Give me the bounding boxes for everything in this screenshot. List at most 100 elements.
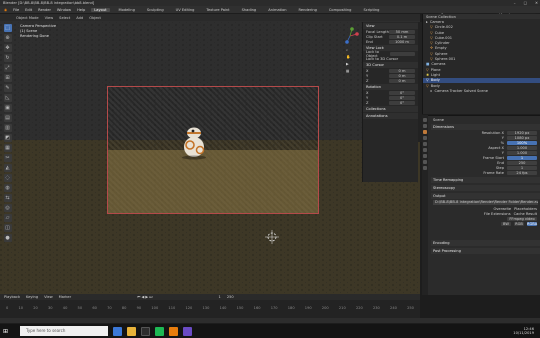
object-tab-icon[interactable] [423, 154, 427, 158]
clip-end-field[interactable]: 1000 m [389, 39, 415, 44]
start-frame-field[interactable]: 1 [219, 295, 221, 299]
scene-tab-icon[interactable] [423, 142, 427, 146]
rotate-tool-icon[interactable]: ↻ [3, 54, 12, 62]
knife-tool-icon[interactable]: ✂ [3, 154, 12, 162]
menu-select[interactable]: Select [59, 16, 70, 20]
menu-file[interactable]: File [13, 8, 19, 12]
tab-sculpting[interactable]: Sculpting [144, 8, 167, 12]
menu-edit[interactable]: Edit [25, 8, 32, 12]
poly-build-icon[interactable]: ◭ [3, 164, 12, 172]
transform-tool-icon[interactable]: ⊞ [3, 74, 12, 82]
tab-layout[interactable]: Layout [91, 7, 110, 12]
tab-animation[interactable]: Animation [265, 8, 289, 12]
3d-cursor-icon[interactable] [265, 230, 279, 244]
props-section-time-remapping[interactable]: Time Remapping [431, 177, 540, 183]
edge-icon[interactable] [113, 326, 123, 336]
windows-start-icon[interactable]: ⊞ [3, 328, 8, 335]
store-icon[interactable] [141, 326, 151, 336]
menu-help[interactable]: Help [77, 8, 85, 12]
maximize-icon[interactable]: □ [524, 1, 527, 5]
output-tab-icon[interactable] [423, 130, 427, 134]
lock-object-field[interactable] [390, 51, 415, 56]
rot-y-field[interactable]: 0° [389, 95, 415, 100]
overwrite-checkbox[interactable]: Overwrite [493, 207, 511, 211]
tab-rendering[interactable]: Rendering [296, 8, 320, 12]
scale-tool-icon[interactable]: ⤢ [3, 64, 12, 72]
props-section-encoding[interactable]: Encoding [431, 240, 540, 246]
aspect-x-field[interactable]: 1.000 [507, 145, 537, 150]
cache-result-checkbox[interactable]: Cache Result [514, 212, 537, 216]
resolution-x-field[interactable]: 1920 px [507, 130, 537, 135]
taskbar-search-input[interactable]: Type here to search [20, 326, 109, 336]
color-rgb-button[interactable]: RGB [514, 221, 524, 226]
frame-start-field[interactable]: 1 [507, 155, 537, 160]
props-section-stereoscopy[interactable]: Stereoscopy [431, 185, 540, 191]
world-tab-icon[interactable] [423, 148, 427, 152]
loop-cut-icon[interactable]: ▦ [3, 144, 12, 152]
annotate-tool-icon[interactable]: ✎ [3, 84, 12, 92]
grid-icon[interactable]: ▦ [346, 69, 350, 73]
tab-texture-paint[interactable]: Texture Paint [203, 8, 232, 12]
cursor-z-field[interactable]: 0 m [389, 78, 415, 83]
pan-icon[interactable]: ✋ [346, 55, 350, 59]
spin-tool-icon[interactable]: ◌ [3, 174, 12, 182]
np-section-collections[interactable]: Collections [363, 106, 418, 112]
timeline-keying-menu[interactable]: Keying [26, 295, 38, 299]
render-tab-icon[interactable] [423, 124, 427, 128]
aspect-y-field[interactable]: 1.000 [507, 150, 537, 155]
select-box-icon[interactable]: ⬚ [3, 24, 12, 32]
tool-tab-icon[interactable] [423, 118, 427, 122]
menu-window[interactable]: Window [57, 8, 71, 12]
add-cube-icon[interactable]: ▣ [3, 104, 12, 112]
frame-rate-select[interactable]: 24 fps [507, 170, 537, 175]
spotify-icon[interactable] [155, 326, 165, 336]
rip-region-icon[interactable]: ◫ [3, 224, 12, 232]
tab-compositing[interactable]: Compositing [326, 8, 355, 12]
view-layer-tab-icon[interactable] [423, 136, 427, 140]
system-clock[interactable]: 12:46 10/11/2019 [513, 327, 534, 336]
cursor-x-field[interactable]: 0 m [389, 68, 415, 73]
tab-modeling[interactable]: Modeling [116, 8, 138, 12]
sphere-tool-icon[interactable]: ● [3, 234, 12, 242]
menu-add[interactable]: Add [76, 16, 83, 20]
color-bw-button[interactable]: BW [501, 221, 511, 226]
cursor-y-field[interactable]: 0 m [389, 73, 415, 78]
shear-tool-icon[interactable]: ▱ [3, 214, 12, 222]
measure-tool-icon[interactable]: ◺ [3, 94, 12, 102]
file-explorer-icon[interactable] [127, 326, 137, 336]
resolution-percent-slider[interactable]: 100% [507, 140, 537, 145]
menu-object[interactable]: Object [89, 16, 101, 20]
props-section-output[interactable]: Output [431, 193, 540, 199]
timeline-marker-menu[interactable]: Marker [59, 295, 71, 299]
bevel-tool-icon[interactable]: ◩ [3, 134, 12, 142]
resolution-y-field[interactable]: 1080 px [507, 135, 537, 140]
camera-view-icon[interactable]: ▶ [346, 62, 350, 66]
play-controls[interactable]: ⏮ ◀ ▶ ⏭ [137, 295, 152, 299]
mode-selector[interactable]: Object Mode [16, 16, 39, 20]
blender-taskbar-icon[interactable] [169, 326, 179, 336]
inset-tool-icon[interactable]: ▥ [3, 124, 12, 132]
tab-shading[interactable]: Shading [239, 8, 260, 12]
placeholders-checkbox[interactable]: Placeholders [514, 207, 537, 211]
color-rgba-button[interactable]: RGBA [527, 221, 537, 226]
timeline-view-menu[interactable]: View [44, 295, 53, 299]
modifier-tab-icon[interactable] [423, 160, 427, 164]
focal-length-field[interactable]: 50 mm [389, 29, 415, 34]
bb8-robot[interactable] [180, 124, 208, 160]
frame-end-field[interactable]: 250 [507, 160, 537, 165]
np-label[interactable]: Lock to 3D Cursor [366, 57, 398, 61]
navigation-gizmo[interactable] [340, 26, 360, 46]
frame-step-field[interactable]: 1 [507, 165, 537, 170]
material-tab-icon[interactable] [423, 166, 427, 170]
np-section-annotations[interactable]: Annotations [363, 113, 418, 119]
minimize-icon[interactable]: – [514, 1, 516, 5]
end-frame-field[interactable]: 250 [227, 295, 234, 299]
rot-z-field[interactable]: 0° [389, 100, 415, 105]
shrink-fatten-icon[interactable]: ◎ [3, 204, 12, 212]
menu-render[interactable]: Render [38, 8, 51, 12]
rot-x-field[interactable]: 0° [389, 90, 415, 95]
file-extensions-checkbox[interactable]: File Extensions [484, 212, 511, 216]
zoom-icon[interactable]: ⌕ [346, 48, 350, 52]
edge-slide-icon[interactable]: ⇆ [3, 194, 12, 202]
menu-view[interactable]: View [45, 16, 54, 20]
